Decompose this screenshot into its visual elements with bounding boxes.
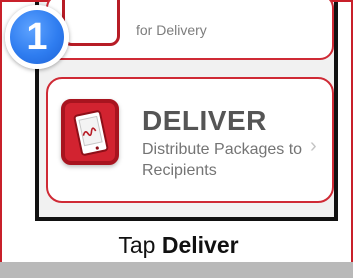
- deliver-title: DELIVER: [142, 105, 267, 136]
- caption-emphasis: Deliver: [161, 232, 239, 258]
- menu-item-deliver[interactable]: DELIVER Distribute Packages to Recipient…: [46, 77, 334, 203]
- step-number-badge: 1: [5, 5, 69, 69]
- caption-prefix: Tap: [118, 232, 162, 258]
- instruction-caption: Tap Deliver: [2, 232, 353, 259]
- tablet-signature-icon: [61, 99, 119, 165]
- chevron-right-icon: ›: [310, 135, 317, 157]
- bottom-band: [0, 262, 353, 278]
- tutorial-frame: for Delivery DELIVER Distribute Packages…: [0, 0, 353, 278]
- menu-item-previous[interactable]: for Delivery: [46, 0, 334, 60]
- deliver-subtitle: Distribute Packages to Recipients: [142, 141, 303, 179]
- phone-screen: for Delivery DELIVER Distribute Packages…: [35, 0, 338, 221]
- previous-item-label: for Delivery: [136, 22, 207, 38]
- previous-item-icon: [62, 0, 120, 46]
